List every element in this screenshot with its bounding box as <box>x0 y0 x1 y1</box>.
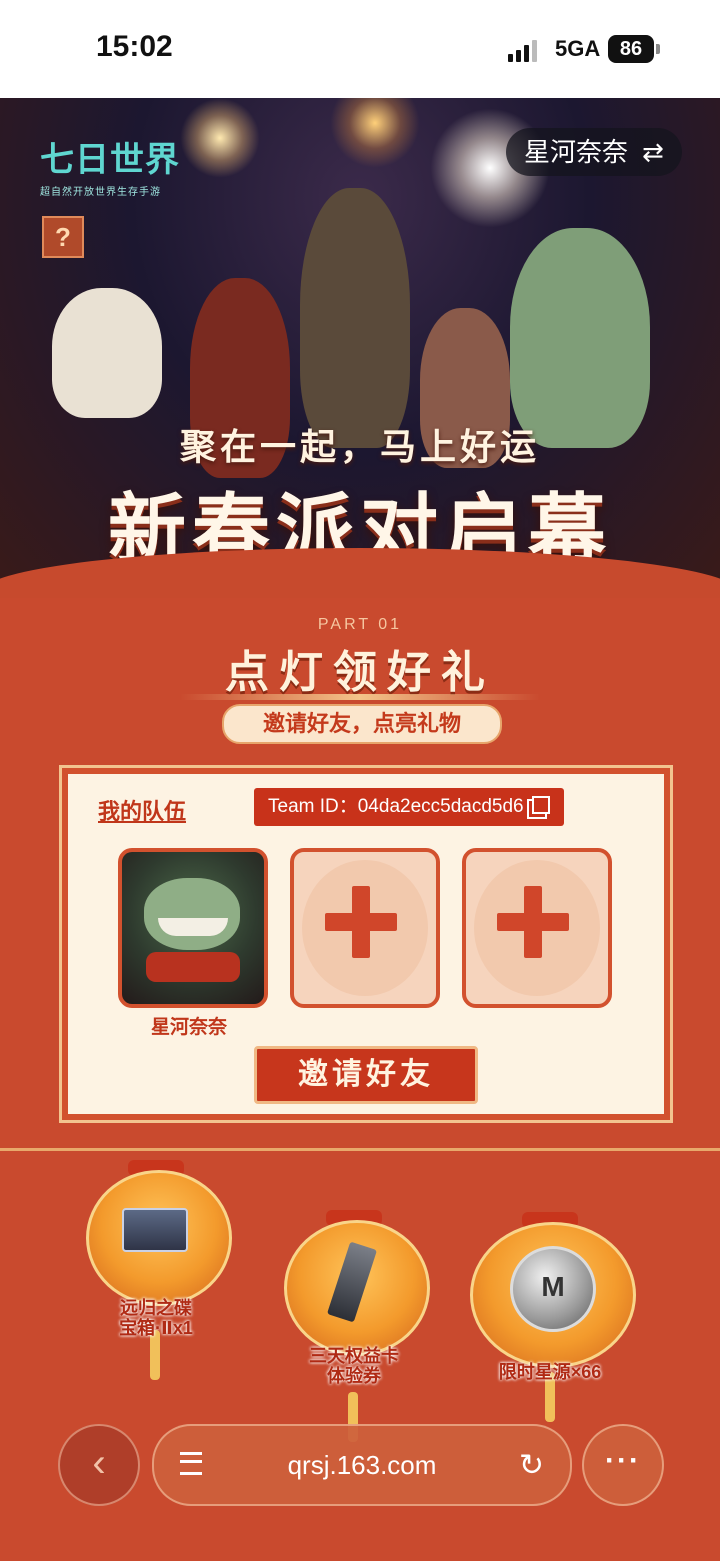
account-switch-button[interactable]: 星河奈奈 ⇄ <box>506 128 682 176</box>
back-button[interactable]: ‹ <box>58 1424 140 1506</box>
battery-tip <box>656 44 660 54</box>
my-team-label: 我的队伍 <box>98 799 187 824</box>
alpaca-character <box>52 288 162 418</box>
section-title: 点灯领好礼 <box>225 648 495 697</box>
reward-label: 远归之碟 宝箱·Ⅱx1 <box>119 1298 193 1338</box>
ornament-divider <box>180 694 540 700</box>
reward-label: 限时星源×66 <box>498 1362 602 1382</box>
plus-icon <box>325 913 397 931</box>
status-bar: 15:02 5GA 86 <box>0 0 720 98</box>
section-subtitle: 邀请好友，点亮礼物 <box>222 704 502 744</box>
team-id-copy-button[interactable]: Team ID：04da2ecc5dacd5d6 <box>254 788 564 826</box>
signal-icon <box>508 38 542 62</box>
copy-icon <box>531 796 550 814</box>
reload-icon[interactable]: ↻ <box>519 1448 544 1483</box>
reward-label: 三天权益卡 体验券 <box>309 1346 399 1386</box>
invite-friends-button[interactable]: 邀请好友 <box>254 1046 478 1104</box>
url-bar[interactable]: qrsj.163.com ↻ <box>152 1424 572 1506</box>
logo-subtitle: 超自然开放世界生存手游 <box>40 187 161 198</box>
hero-tagline: 聚在一起，马上好运 <box>179 426 540 467</box>
coin-icon: M <box>510 1246 596 1332</box>
firework-decoration <box>180 98 260 178</box>
hero-banner: 七日世界 超自然开放世界生存手游 ? 星河奈奈 ⇄ 聚在一起，马上好运 新春派对启… <box>0 98 720 598</box>
empty-slot-add-button[interactable] <box>290 848 440 1008</box>
firework-decoration <box>330 98 420 168</box>
game-logo: 七日世界 超自然开放世界生存手游 <box>40 132 180 198</box>
dinosaur-avatar-scarf <box>146 952 240 982</box>
help-button[interactable]: ? <box>42 216 84 258</box>
status-time: 15:02 <box>96 30 173 63</box>
empty-slot-add-button[interactable] <box>462 848 612 1008</box>
lantern-string <box>0 1148 720 1151</box>
logo-text: 七日世界 <box>40 141 180 179</box>
more-menu-button[interactable]: ··· <box>582 1424 664 1506</box>
swap-icon: ⇄ <box>642 137 664 167</box>
part-label: PART 01 <box>317 616 403 633</box>
member-name: 星河奈奈 <box>150 1017 227 1038</box>
team-panel: 我的队伍 Team ID：04da2ecc5dacd5d6 星河奈奈 邀请好友 <box>62 768 670 1120</box>
team-id-text: Team ID：04da2ecc5dacd5d6 <box>268 796 524 817</box>
url-text: qrsj.163.com <box>287 1450 437 1480</box>
dinosaur-avatar-mouth <box>158 918 228 936</box>
battery-icon: 86 <box>608 35 654 63</box>
network-type: 5GA <box>555 36 601 61</box>
dinosaur-avatar-head <box>144 878 240 950</box>
dinosaur-character <box>510 228 650 448</box>
plus-icon <box>497 913 569 931</box>
account-name: 星河奈奈 <box>524 137 629 167</box>
horse-mask-character <box>300 188 410 448</box>
team-member-avatar <box>118 848 268 1008</box>
chest-icon <box>122 1208 188 1252</box>
